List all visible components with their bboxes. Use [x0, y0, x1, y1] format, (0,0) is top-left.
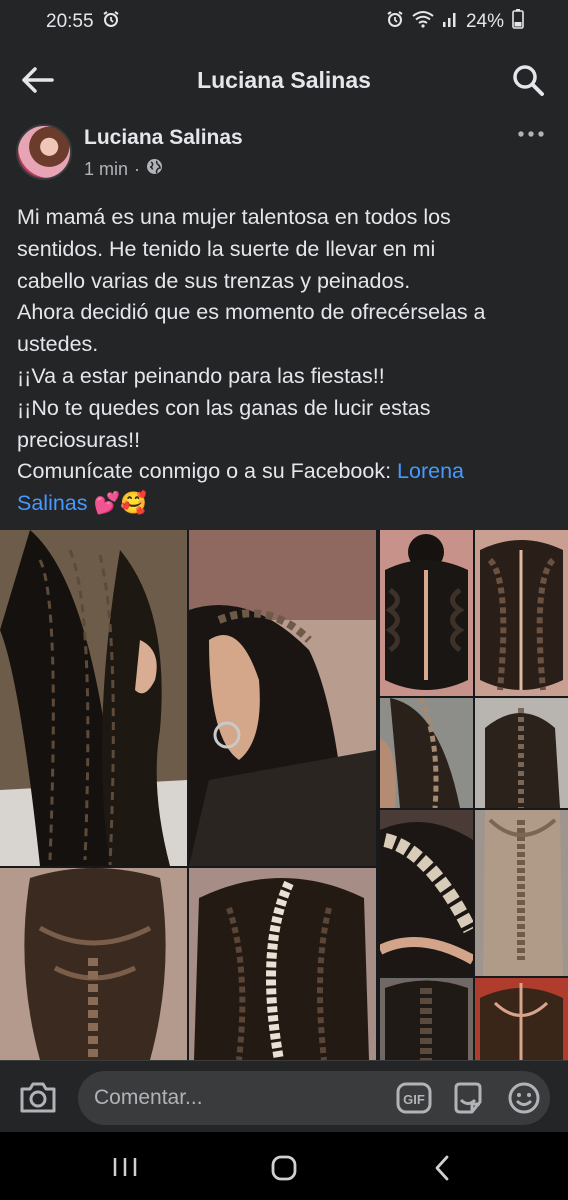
post-line: sentidos. He tenido la suerte de llevar … [17, 236, 436, 261]
app-header: Luciana Salinas [0, 44, 568, 116]
post-line: ¡¡Va a estar peinando para las fiestas!! [17, 363, 385, 388]
post-line: Comunícate conmigo o a su Facebook: Lore… [17, 456, 552, 488]
signal-icon [442, 10, 458, 34]
braids-photo-7[interactable] [380, 810, 473, 976]
camera-icon [20, 1082, 56, 1113]
arrow-left-icon [22, 67, 54, 93]
camera-button[interactable] [18, 1081, 58, 1115]
braids-photo-4[interactable] [475, 530, 568, 696]
post-line: Mi mamá es una mujer talentosa en todos … [17, 205, 451, 229]
braids-photo-9[interactable] [0, 868, 187, 1060]
smiley-icon [508, 1082, 540, 1114]
comment-placeholder: Comentar... [94, 1086, 203, 1109]
back-button[interactable] [20, 64, 56, 96]
home-icon [271, 1155, 297, 1181]
comment-bar: Comentar... GIF [0, 1060, 568, 1132]
post-meta: 1 min · [84, 158, 163, 180]
photo-collage[interactable] [0, 530, 568, 1060]
more-options-button[interactable] [518, 126, 544, 142]
alarm-icon [386, 10, 404, 34]
braids-photo-11[interactable] [380, 978, 473, 1060]
chevron-left-icon [435, 1155, 449, 1181]
status-time: 20:55 [46, 11, 94, 32]
system-back-button[interactable] [432, 1154, 452, 1182]
battery-icon [512, 9, 524, 35]
profile-link[interactable]: Salinas [17, 491, 88, 515]
home-button[interactable] [270, 1154, 298, 1182]
emoji-text: 💕🥰 [93, 491, 148, 516]
post-time[interactable]: 1 min [84, 159, 128, 180]
post-body: Mi mamá es una mujer talentosa en todos … [0, 194, 568, 530]
recent-apps-icon [113, 1158, 137, 1176]
comment-input[interactable]: Comentar... GIF [78, 1071, 550, 1125]
post-line: ¡¡No te quedes con las ganas de lucir es… [17, 395, 431, 420]
braids-photo-10[interactable] [189, 868, 376, 1060]
sticker-button[interactable] [450, 1080, 486, 1116]
post-line: Salinas 💕🥰 [17, 488, 552, 520]
avatar[interactable] [16, 124, 72, 180]
post-line: preciosuras!! [17, 427, 141, 452]
page-title: Luciana Salinas [197, 66, 371, 93]
braids-photo-6[interactable] [475, 698, 568, 808]
braids-photo-2[interactable] [189, 530, 376, 866]
post-author[interactable]: Luciana Salinas [84, 126, 243, 150]
status-bar: 20:55 24% [0, 0, 568, 44]
alarm-icon [102, 10, 120, 34]
braids-photo-3[interactable] [380, 530, 473, 696]
recent-apps-button[interactable] [112, 1156, 138, 1178]
system-nav-bar [0, 1132, 568, 1200]
gif-button[interactable]: GIF [396, 1081, 432, 1115]
post-line-text: Comunícate conmigo o a su Facebook: [17, 459, 398, 484]
search-icon [513, 65, 544, 96]
post-line: cabello varias de sus trenzas y peinados… [17, 268, 411, 293]
profile-link[interactable]: Lorena [397, 459, 464, 483]
emoji-button[interactable] [506, 1080, 542, 1116]
braids-photo-12[interactable] [475, 978, 568, 1060]
gif-label: GIF [403, 1092, 425, 1107]
search-button[interactable] [510, 62, 546, 98]
meta-separator: · [134, 158, 141, 179]
braids-photo-8[interactable] [475, 810, 568, 976]
braids-photo-5[interactable] [380, 698, 473, 808]
sticker-icon [454, 1082, 482, 1114]
post-header: Luciana Salinas 1 min · [0, 116, 568, 194]
globe-icon [146, 158, 163, 180]
post-text: Mi mamá es una mujer talentosa en todos … [17, 202, 552, 520]
post-line: Ahora decidió que es momento de ofrecérs… [17, 300, 486, 325]
wifi-icon [412, 10, 434, 34]
battery-percent: 24% [465, 11, 504, 32]
braids-photo-1[interactable] [0, 530, 187, 866]
more-horizontal-icon [518, 131, 544, 137]
post-line: ustedes. [17, 332, 99, 357]
